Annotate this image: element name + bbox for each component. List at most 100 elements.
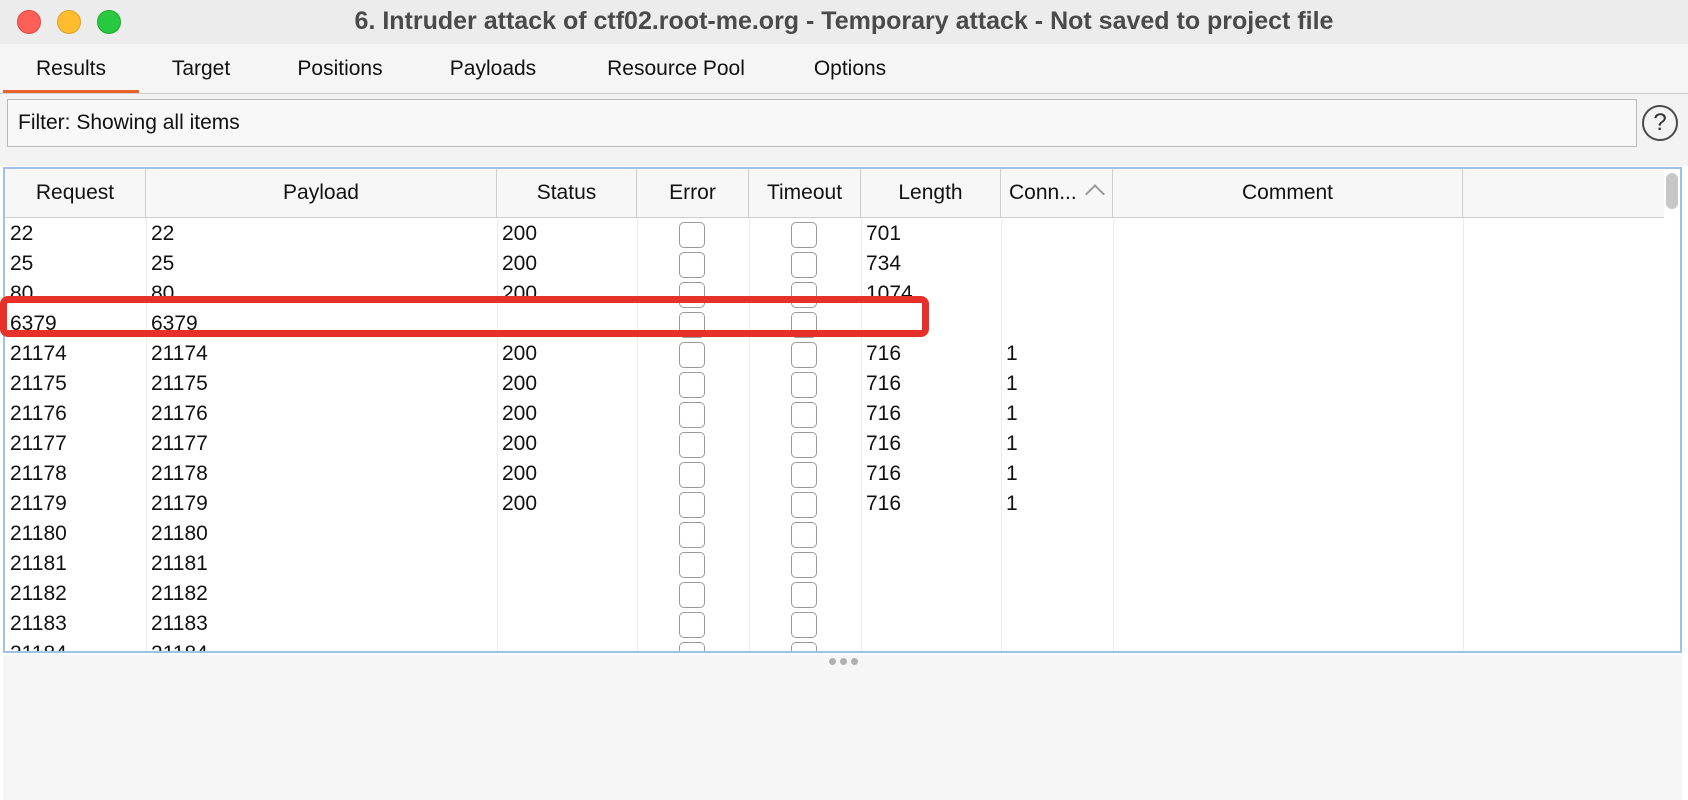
minimize-window-button[interactable] bbox=[57, 10, 81, 34]
cell-payload: 21178 bbox=[151, 462, 208, 485]
cell-conn bbox=[1001, 609, 1113, 639]
cell-status: 200 bbox=[502, 492, 538, 515]
table-row[interactable]: 6379 6379 bbox=[5, 309, 1664, 339]
tab-resource-pool[interactable]: Resource Pool bbox=[590, 44, 762, 93]
column-header-timeout[interactable]: Timeout bbox=[749, 169, 861, 217]
cell-conn bbox=[1001, 549, 1113, 579]
vertical-scrollbar-thumb[interactable] bbox=[1666, 173, 1678, 209]
window-title: 6. Intruder attack of ctf02.root-me.org … bbox=[354, 7, 1334, 35]
column-header-request[interactable]: Request bbox=[5, 169, 146, 217]
cell-payload: 25 bbox=[151, 252, 175, 275]
cell-request: 21182 bbox=[10, 582, 67, 605]
tab-options[interactable]: Options bbox=[800, 44, 900, 93]
table-header: Request Payload Status Error Timeout Len… bbox=[5, 169, 1664, 218]
zoom-window-button[interactable] bbox=[97, 10, 121, 34]
timeout-checkbox bbox=[791, 282, 817, 308]
cell-status: 200 bbox=[502, 372, 538, 395]
timeout-checkbox bbox=[791, 522, 817, 548]
table-row[interactable]: 21180 21180 bbox=[5, 519, 1664, 549]
splitter-dot bbox=[829, 658, 836, 665]
error-checkbox bbox=[679, 522, 705, 548]
cell-payload: 21175 bbox=[151, 372, 208, 395]
filter-area: Filter: Showing all items ? bbox=[0, 94, 1688, 166]
cell-request: 21177 bbox=[10, 432, 67, 455]
table-row[interactable]: 21181 21181 bbox=[5, 549, 1664, 579]
table-row[interactable]: 25 25 200 734 bbox=[5, 249, 1664, 279]
cell-conn bbox=[1001, 249, 1113, 279]
cell-length bbox=[861, 519, 1001, 549]
column-header-payload[interactable]: Payload bbox=[146, 169, 497, 217]
column-header-error[interactable]: Error bbox=[637, 169, 749, 217]
splitter-dot bbox=[851, 658, 858, 665]
cell-status: 200 bbox=[502, 432, 538, 455]
column-header-conn[interactable]: Conn... bbox=[1001, 169, 1113, 217]
table-row[interactable]: 21176 21176 200 716 1 bbox=[5, 399, 1664, 429]
column-header-length[interactable]: Length bbox=[861, 169, 1001, 217]
cell-status bbox=[497, 639, 637, 651]
table-row[interactable]: 21174 21174 200 716 1 bbox=[5, 339, 1664, 369]
cell-length: 716 bbox=[866, 462, 902, 485]
cell-length bbox=[861, 639, 1001, 651]
cell-conn bbox=[1001, 579, 1113, 609]
cell-status: 200 bbox=[502, 462, 538, 485]
cell-conn bbox=[1001, 279, 1113, 309]
error-checkbox bbox=[679, 612, 705, 638]
cell-payload: 21174 bbox=[151, 342, 208, 365]
table-row[interactable]: 21175 21175 200 716 1 bbox=[5, 369, 1664, 399]
timeout-checkbox bbox=[791, 312, 817, 338]
cell-request: 25 bbox=[10, 252, 34, 275]
tab-payloads[interactable]: Payloads bbox=[430, 44, 556, 93]
cell-payload: 21183 bbox=[151, 612, 208, 635]
tab-results[interactable]: Results bbox=[3, 44, 139, 93]
table-row[interactable]: 21178 21178 200 716 1 bbox=[5, 459, 1664, 489]
table-body: 22 22 200 701 25 25 200 734 80 80 200 1074 6379 6379 2… bbox=[5, 218, 1664, 651]
filter-bar[interactable]: Filter: Showing all items bbox=[7, 99, 1637, 147]
close-window-button[interactable] bbox=[17, 10, 41, 34]
cell-length bbox=[861, 549, 1001, 579]
timeout-checkbox bbox=[791, 372, 817, 398]
table-row[interactable]: 21183 21183 bbox=[5, 609, 1664, 639]
table-row[interactable]: 80 80 200 1074 bbox=[5, 279, 1664, 309]
cell-conn: 1 bbox=[1006, 492, 1018, 515]
cell-length bbox=[861, 609, 1001, 639]
error-checkbox bbox=[679, 312, 705, 338]
table-row[interactable]: 21182 21182 bbox=[5, 579, 1664, 609]
tab-positions[interactable]: Positions bbox=[278, 44, 402, 93]
cell-status: 200 bbox=[502, 252, 538, 275]
error-checkbox bbox=[679, 462, 705, 488]
timeout-checkbox bbox=[791, 492, 817, 518]
cell-status bbox=[497, 519, 637, 549]
error-checkbox bbox=[679, 252, 705, 278]
cell-status: 200 bbox=[502, 342, 538, 365]
cell-request: 21175 bbox=[10, 372, 67, 395]
cell-request: 21181 bbox=[10, 552, 67, 575]
table-row[interactable]: 22 22 200 701 bbox=[5, 219, 1664, 249]
cell-length bbox=[861, 309, 1001, 339]
cell-payload: 80 bbox=[151, 282, 175, 305]
table-row[interactable]: 2118421184 bbox=[5, 639, 1664, 651]
pane-splitter-handle[interactable] bbox=[829, 658, 859, 666]
table-row[interactable]: 21177 21177 200 716 1 bbox=[5, 429, 1664, 459]
cell-length: 1074 bbox=[866, 282, 913, 305]
cell-status bbox=[497, 579, 637, 609]
cell-length: 716 bbox=[866, 492, 902, 515]
sort-ascending-icon bbox=[1085, 184, 1105, 204]
cell-request: 21183 bbox=[10, 612, 67, 635]
column-header-comment[interactable]: Comment bbox=[1113, 169, 1463, 217]
results-table: Request Payload Status Error Timeout Len… bbox=[3, 167, 1682, 653]
cell-payload: 21184 bbox=[146, 639, 497, 651]
cell-conn: 1 bbox=[1006, 432, 1018, 455]
error-checkbox bbox=[679, 282, 705, 308]
timeout-checkbox bbox=[791, 462, 817, 488]
bottom-pane bbox=[3, 655, 1682, 800]
cell-payload: 21179 bbox=[151, 492, 208, 515]
column-header-status[interactable]: Status bbox=[497, 169, 637, 217]
cell-status: 200 bbox=[502, 282, 538, 305]
error-checkbox bbox=[679, 582, 705, 608]
help-icon[interactable]: ? bbox=[1642, 105, 1678, 141]
table-row[interactable]: 21179 21179 200 716 1 bbox=[5, 489, 1664, 519]
timeout-checkbox bbox=[791, 612, 817, 638]
error-checkbox bbox=[679, 432, 705, 458]
tab-target[interactable]: Target bbox=[150, 44, 252, 93]
splitter-dot bbox=[840, 658, 847, 665]
